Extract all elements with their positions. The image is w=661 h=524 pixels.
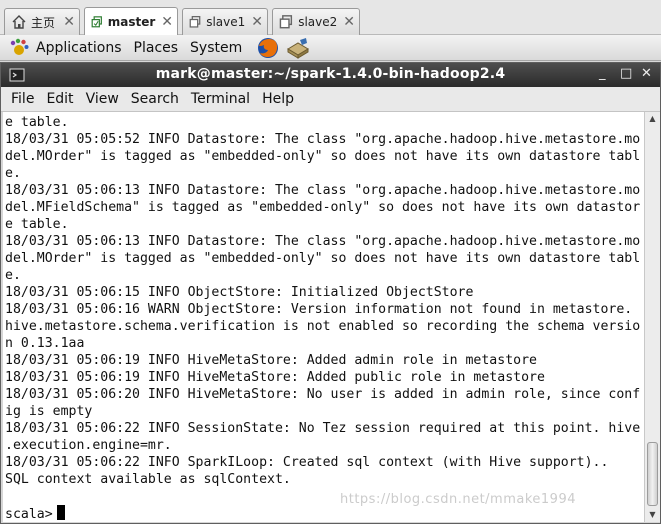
terminal-line: .execution.engine=mr. <box>5 438 172 453</box>
firefox-icon[interactable] <box>256 36 280 60</box>
maximize-button[interactable]: □ <box>620 66 632 81</box>
terminal-log-lines: e table. 18/03/31 05:05:52 INFO Datastor… <box>5 115 640 487</box>
menu-terminal[interactable]: Terminal <box>191 91 250 107</box>
tab-home[interactable]: 主页 ✕ <box>4 8 80 35</box>
terminal-line: e table. <box>5 115 69 130</box>
tab-label: master <box>107 15 156 29</box>
terminal-line: e table. <box>5 217 69 232</box>
terminal-line: 18/03/31 05:06:22 INFO SessionState: No … <box>5 421 641 436</box>
terminal-line: del.MFieldSchema" is tagged as "embedded… <box>5 200 641 215</box>
vm-icon <box>91 16 102 28</box>
tab-label: 主页 <box>31 15 56 30</box>
window-titlebar[interactable]: mark@master:~/spark-1.4.0-bin-hadoop2.4 … <box>1 63 660 87</box>
window-title: mark@master:~/spark-1.4.0-bin-hadoop2.4 <box>155 66 506 82</box>
terminal-line: 18/03/31 05:06:19 INFO HiveMetaStore: Ad… <box>5 370 545 385</box>
tab-master[interactable]: master ✕ <box>84 7 178 36</box>
menubar: File Edit View Search Terminal Help <box>1 87 660 112</box>
menu-file[interactable]: File <box>11 91 34 107</box>
close-icon[interactable]: ✕ <box>63 14 75 30</box>
terminal-window: mark@master:~/spark-1.4.0-bin-hadoop2.4 … <box>0 62 661 524</box>
terminal-line: e. <box>5 166 21 181</box>
home-icon <box>12 15 26 29</box>
scroll-down-arrow-icon[interactable]: ▼ <box>645 508 660 522</box>
vm-icon <box>189 16 201 28</box>
terminal-line: n 0.13.1aa <box>5 336 85 351</box>
tab-slave1[interactable]: slave1 ✕ <box>182 8 268 35</box>
applications-menu[interactable]: Applications <box>36 40 122 56</box>
scroll-up-arrow-icon[interactable]: ▲ <box>645 112 660 126</box>
terminal-line: del.MOrder" is tagged as "embedded-only"… <box>5 251 641 266</box>
terminal-line: 18/03/31 05:06:16 WARN ObjectStore: Vers… <box>5 302 633 317</box>
menu-help[interactable]: Help <box>262 91 294 107</box>
vm-icon <box>279 15 293 29</box>
vm-tab-strip: 主页 ✕ master ✕ slave1 ✕ slave2 ✕ <box>0 0 661 36</box>
terminal-line: 18/03/31 05:06:22 INFO SparkILoop: Creat… <box>5 455 609 470</box>
text-cursor <box>56 505 65 520</box>
close-button[interactable]: ✕ <box>641 66 652 81</box>
terminal-line: 18/03/31 05:06:15 INFO ObjectStore: Init… <box>5 285 474 300</box>
scala-prompt: scala> <box>5 507 53 522</box>
terminal-line: e. <box>5 268 21 283</box>
system-menu[interactable]: System <box>190 40 242 56</box>
tab-label: slave2 <box>298 15 338 29</box>
terminal-line: 18/03/31 05:05:52 INFO Datastore: The cl… <box>5 132 641 147</box>
top-panel: Applications Places System <box>0 35 661 61</box>
tab-label: slave1 <box>206 15 246 29</box>
places-menu[interactable]: Places <box>134 40 179 56</box>
close-icon[interactable]: ✕ <box>251 14 263 30</box>
tab-slave2[interactable]: slave2 ✕ <box>272 8 360 35</box>
menu-edit[interactable]: Edit <box>46 91 73 107</box>
terminal-line: 18/03/31 05:06:13 INFO Datastore: The cl… <box>5 234 641 249</box>
vertical-scrollbar[interactable]: ▲ ▼ <box>644 112 660 522</box>
package-manager-icon[interactable] <box>286 37 310 59</box>
terminal-line: hive.metastore.schema.verification is no… <box>5 319 641 334</box>
menu-search[interactable]: Search <box>131 91 179 107</box>
scrollbar-thumb[interactable] <box>647 442 658 506</box>
terminal-line: SQL context available as sqlContext. <box>5 472 291 487</box>
minimize-button[interactable]: _ <box>599 66 606 81</box>
terminal-line: ig is empty <box>5 404 93 419</box>
terminal-line: 18/03/31 05:06:13 INFO Datastore: The cl… <box>5 183 641 198</box>
terminal-line: 18/03/31 05:06:19 INFO HiveMetaStore: Ad… <box>5 353 537 368</box>
terminal-output[interactable]: e table. 18/03/31 05:05:52 INFO Datastor… <box>3 112 644 522</box>
watermark: https://blog.csdn.net/mmake1994 <box>340 492 576 507</box>
prompt-line: scala> <box>5 505 640 522</box>
terminal-line: 18/03/31 05:06:20 INFO HiveMetaStore: No… <box>5 387 641 402</box>
terminal-line: del.MOrder" is tagged as "embedded-only"… <box>5 149 641 164</box>
gnome-foot-icon <box>10 38 29 55</box>
close-icon[interactable]: ✕ <box>343 14 355 30</box>
terminal-text: e table. 18/03/31 05:05:52 INFO Datastor… <box>5 114 640 522</box>
close-icon[interactable]: ✕ <box>161 14 173 30</box>
menu-view[interactable]: View <box>86 91 119 107</box>
